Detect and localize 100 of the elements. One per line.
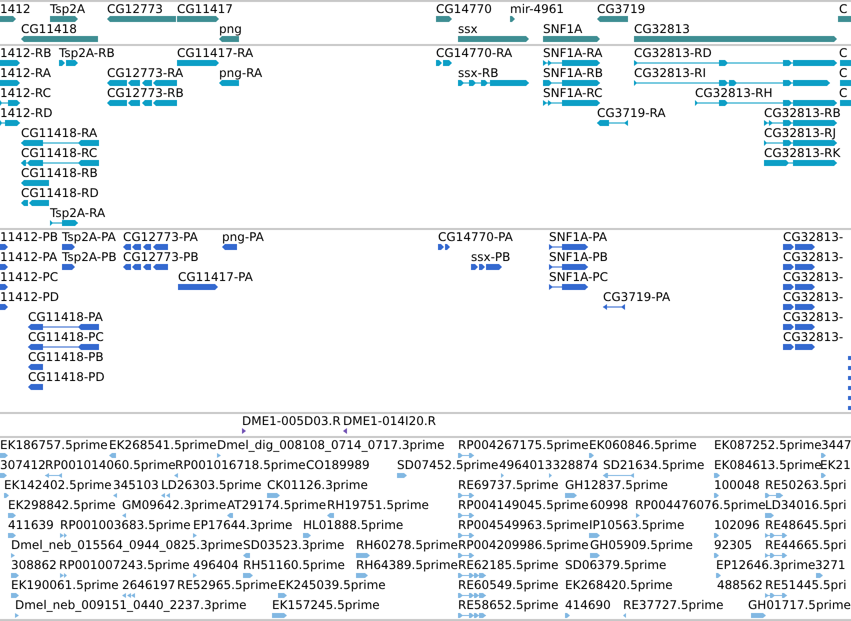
est-label: 307412: [0, 459, 46, 472]
transcript-label: Tsp2A-RA: [50, 207, 106, 220]
est-label: CK01126.3prime: [267, 479, 368, 492]
est-label: RH19751.5prime: [327, 499, 429, 512]
transcript-label: CG11418-RB: [21, 167, 98, 180]
transcript-label: SNF1A-RB: [543, 67, 603, 80]
transcript-label: CG32813-RJ: [764, 127, 836, 140]
transcript-glyph: [840, 100, 851, 106]
transcript-label: C: [839, 87, 848, 100]
clone-end-label: DME1-014I20.R: [343, 415, 436, 428]
transcript-label: CG14770-RA: [436, 47, 512, 60]
est-label: LD34016.5pri: [765, 499, 846, 512]
transcript-label: ssx-RB: [458, 67, 499, 80]
est-label: RE48645.5pri: [765, 519, 846, 532]
est-label: EK087252.5prime: [714, 439, 822, 452]
transcript-glyph: [840, 80, 851, 86]
transcript-label: CG32813-RB: [764, 107, 841, 120]
est-label: EK298842.5prime: [8, 499, 116, 512]
est-label: CO189989: [306, 459, 370, 472]
est-label: RE58652.5prime: [458, 599, 558, 612]
transcript-label: CG12773-RA: [107, 67, 184, 80]
est-label: SD06379.5prime: [565, 559, 666, 572]
protein-label: CG11417-PA: [178, 271, 253, 284]
est-label: 102096: [714, 519, 760, 532]
est-label: EK245039.5prime: [278, 579, 386, 592]
gene-label: CG11418: [21, 23, 77, 36]
est-label: 308862: [11, 559, 57, 572]
est-label: 92305: [714, 539, 752, 552]
protein-label: CG32813-: [783, 331, 844, 344]
transcript-label: CG11418-RA: [21, 127, 98, 140]
transcript-label: CG32813-RH: [695, 87, 773, 100]
est-label: GM09642.3prime: [122, 499, 226, 512]
protein-label: Tsp2A-PB: [62, 251, 117, 264]
est-label: EP12646.3prime: [716, 559, 816, 572]
protein-label: 11412-PA: [0, 251, 58, 264]
est-label: RP004267175.5prime: [458, 439, 589, 452]
est-label: RE69737.5prime: [458, 479, 558, 492]
protein-label: 11412-PB: [0, 231, 58, 244]
est-label: EK186757.5prime: [0, 439, 108, 452]
est-label: GH12837.5prime: [565, 479, 668, 492]
transcript-label: CG12773-RB: [107, 87, 184, 100]
est-label: SD03523.3prime: [243, 539, 344, 552]
gene-label: C: [839, 3, 848, 16]
est-label: RH60278.5prime: [356, 539, 458, 552]
est-label: RP001014060.5prime: [45, 459, 176, 472]
protein-label: SNF1A-PC: [549, 271, 608, 284]
est-label: RE62185.5prime: [458, 559, 558, 572]
est-label: IP10563.5prime: [589, 519, 684, 532]
clipped-features-drawing: [848, 356, 851, 410]
protein-label: CG32813-: [783, 231, 844, 244]
protein-label: png-PA: [222, 231, 264, 244]
protein-label: CG3719-PA: [603, 291, 670, 304]
est-label: RH64389.5prime: [356, 559, 458, 572]
est-label: 100048: [714, 479, 760, 492]
gene-label: SNF1A: [543, 23, 582, 36]
gene-label: png: [219, 23, 242, 36]
protein-label: CG11418-PA: [28, 311, 103, 324]
gene-label: CG11417: [177, 3, 233, 16]
est-label: EK084613.5prime: [714, 459, 822, 472]
transcript-label: C: [839, 47, 848, 60]
est-label: HL01888.5prime: [303, 519, 404, 532]
est-label: RE50263.5pri: [765, 479, 846, 492]
transcript-label: CG32813-RK: [764, 147, 840, 160]
est-label: RH51160.5prime: [243, 559, 345, 572]
est-label: 4964013328874: [499, 459, 598, 472]
est-label: 60998: [590, 499, 628, 512]
est-label: GH05909.5prime: [590, 539, 693, 552]
est-label: Dmel_dig_008108_0714_0717.3prime: [217, 439, 445, 452]
protein-label: CG32813-: [783, 291, 844, 304]
transcript-glyph: [840, 60, 851, 66]
protein-label: SNF1A-PA: [549, 231, 608, 244]
gene-bar: [838, 16, 851, 22]
est-label: RP004549963.5prime: [458, 519, 589, 532]
protein-label: CG11418-PC: [28, 331, 104, 344]
est-label: RE60549.5prime: [458, 579, 558, 592]
est-label: RE44665.5pri: [765, 539, 846, 552]
est-label: GH01717.5prime: [748, 599, 851, 612]
transcript-label: CG3719-RA: [597, 107, 666, 120]
est-label: SD21634.5prime: [603, 459, 704, 472]
est-label: 2646197: [122, 579, 176, 592]
transcript-label: C: [839, 67, 848, 80]
protein-label: 11412-PD: [0, 291, 59, 304]
est-label: Dmel_neb_015564_0944_0825.3prime: [11, 539, 243, 552]
protein-label: CG32813-: [783, 311, 844, 324]
protein-label: 11412-PC: [0, 271, 58, 284]
protein-label: CG14770-PA: [438, 231, 513, 244]
transcript-label: png-RA: [219, 67, 262, 80]
est-label: RP001007243.5prime: [59, 559, 190, 572]
est-label: 414690: [565, 599, 611, 612]
transcript-label: 1412-RD: [0, 107, 52, 120]
transcript-label: SNF1A-RA: [543, 47, 602, 60]
transcript-label: CG11418-RC: [21, 147, 98, 160]
transcript-label: 1412-RB: [0, 47, 52, 60]
est-label: Dmel_neb_009151_0440_2237.3prime: [15, 599, 247, 612]
transcript-label: SNF1A-RC: [543, 87, 603, 100]
est-label: EK060846.5prime: [589, 439, 697, 452]
protein-label: CG11418-PB: [28, 351, 104, 364]
protein-label: CG12773-PB: [123, 251, 199, 264]
est-label: AT29174.5prime: [227, 499, 326, 512]
gene-label: CG12773: [107, 3, 163, 16]
